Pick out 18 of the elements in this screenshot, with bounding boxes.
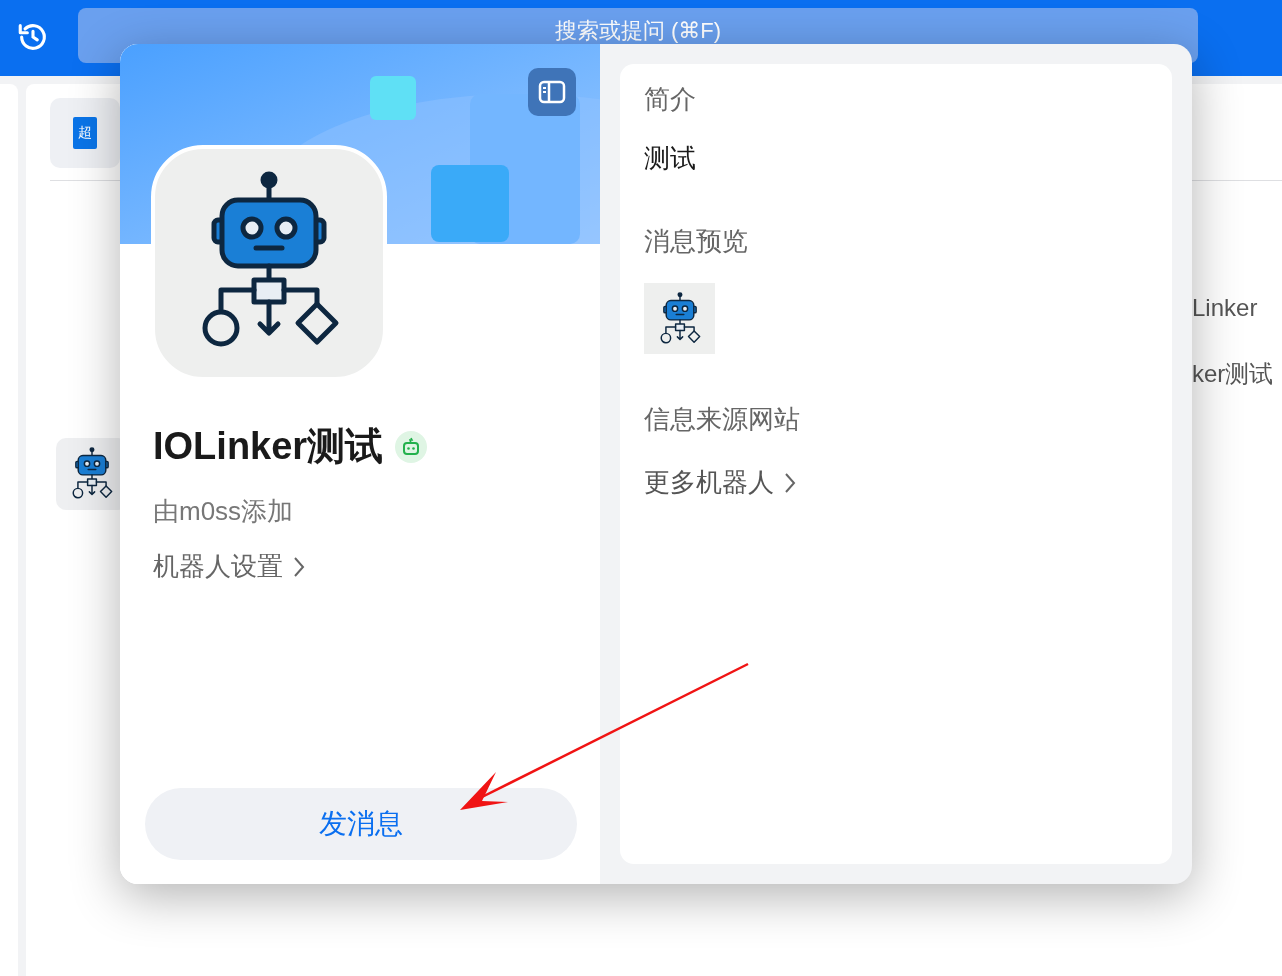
bot-settings-link[interactable]: 机器人设置 [153,549,305,584]
app-badge: 超 [73,117,97,149]
added-by-text: 由m0ss添加 [153,495,295,528]
chat-title[interactable]: ker测试 [1192,358,1274,390]
bot-name: IOLinker测试 [153,424,384,469]
sidebar-icon [538,80,566,104]
more-bots-link[interactable]: 更多机器人 [644,465,796,500]
chat-title[interactable]: Linker [1192,294,1274,322]
section-label: 消息预览 [644,225,749,258]
chevron-icon [784,471,796,494]
send-message-button[interactable]: 发消息 [145,788,577,860]
chevron-icon [293,555,305,578]
robot-icon [395,430,428,463]
section-label: 信息来源网站 [644,403,801,436]
sidebar-toggle-button[interactable] [528,68,576,116]
preview-image[interactable] [644,283,715,354]
intro-text: 测试 [644,142,697,175]
section-label: 简介 [644,83,697,116]
